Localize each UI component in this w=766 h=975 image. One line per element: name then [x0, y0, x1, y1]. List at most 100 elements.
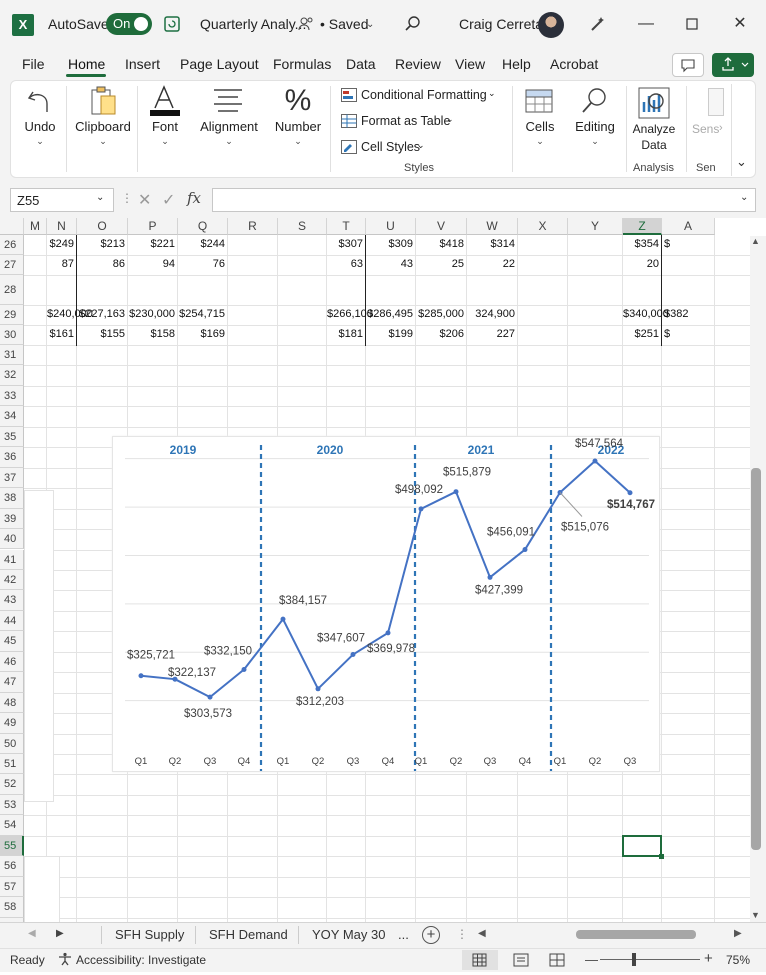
row-header-52[interactable]: 52: [0, 774, 24, 795]
column-header-r[interactable]: R: [228, 218, 278, 235]
format-as-table-icon[interactable]: [341, 114, 357, 128]
row-header-26[interactable]: 26: [0, 235, 24, 255]
sheet-tab-sfh-supply[interactable]: SFH Supply: [115, 927, 184, 942]
cell[interactable]: 87: [47, 258, 74, 270]
row-header-54[interactable]: 54: [0, 815, 24, 836]
cell[interactable]: $309: [366, 238, 413, 250]
row-header-31[interactable]: 31: [0, 345, 24, 366]
column-header-x[interactable]: X: [518, 218, 568, 235]
alignment-chevron-icon[interactable]: ⌄: [196, 136, 262, 147]
cells-chevron-icon[interactable]: ⌄: [520, 136, 560, 147]
row-header-38[interactable]: 38: [0, 488, 24, 509]
document-title[interactable]: Quarterly Analy...: [200, 16, 306, 32]
sheet-tab-sfh-demand[interactable]: SFH Demand: [209, 927, 288, 942]
clipboard-chevron-icon[interactable]: ⌄: [72, 136, 134, 147]
undo-chevron-icon[interactable]: ⌄: [18, 136, 62, 147]
cancel-icon[interactable]: ✕: [138, 190, 151, 210]
share-button[interactable]: [712, 53, 754, 77]
cell[interactable]: $199: [366, 328, 413, 340]
row-header-53[interactable]: 53: [0, 794, 24, 816]
chevron-down-icon[interactable]: ⌄: [446, 114, 454, 125]
cell[interactable]: $285,000: [416, 308, 464, 320]
row-header-45[interactable]: 45: [0, 631, 24, 652]
cell[interactable]: 20: [623, 258, 659, 270]
tab-splitter-icon[interactable]: ⋮: [456, 927, 468, 941]
row-header-56[interactable]: 56: [0, 856, 24, 877]
column-header-o[interactable]: O: [77, 218, 128, 235]
row-header-43[interactable]: 43: [0, 590, 24, 611]
analyze-data-label-1[interactable]: Analyze: [628, 122, 680, 136]
cell[interactable]: $314: [467, 238, 515, 250]
scroll-up-icon[interactable]: ▲: [751, 236, 760, 246]
zoom-slider-track[interactable]: [600, 959, 700, 960]
insert-function-icon[interactable]: fx: [187, 189, 201, 207]
cell[interactable]: $244: [178, 238, 225, 250]
row-header-46[interactable]: 46: [0, 651, 24, 673]
tab-formulas[interactable]: Formulas: [273, 56, 331, 72]
tab-view[interactable]: View: [455, 56, 485, 72]
zoom-in-icon[interactable]: +: [704, 950, 713, 967]
column-header-a[interactable]: A: [662, 218, 715, 235]
more-sheets-button[interactable]: ...: [398, 927, 409, 942]
row-header-49[interactable]: 49: [0, 713, 24, 734]
cell[interactable]: $286,495: [366, 308, 413, 320]
undo-button[interactable]: Undo: [18, 119, 62, 134]
select-all-corner[interactable]: [0, 218, 24, 235]
scroll-down-icon[interactable]: ▼: [751, 910, 760, 920]
cell[interactable]: $418: [416, 238, 464, 250]
enter-icon[interactable]: ✓: [162, 190, 175, 210]
row-header-33[interactable]: 33: [0, 385, 24, 407]
row-header-36[interactable]: 36: [0, 447, 24, 468]
editing-chevron-icon[interactable]: ⌄: [570, 136, 620, 147]
avatar[interactable]: [538, 12, 564, 38]
autosave-toggle[interactable]: On: [106, 13, 152, 35]
column-header-t[interactable]: T: [327, 218, 366, 235]
column-header-y[interactable]: Y: [568, 218, 623, 235]
embedded-object[interactable]: [24, 856, 60, 922]
zoom-out-icon[interactable]: —: [585, 952, 598, 967]
tab-file[interactable]: File: [22, 56, 45, 72]
close-button[interactable]: ✕: [728, 12, 752, 36]
font-chevron-icon[interactable]: ⌄: [144, 136, 186, 147]
column-header-n[interactable]: N: [47, 218, 77, 235]
selected-cell[interactable]: [622, 834, 662, 857]
row-header-42[interactable]: 42: [0, 569, 24, 591]
embedded-object[interactable]: [24, 490, 54, 802]
cell[interactable]: $251: [623, 328, 659, 340]
row-header-55[interactable]: 55: [0, 835, 24, 857]
row-header-37[interactable]: 37: [0, 467, 24, 489]
cell[interactable]: $213: [77, 238, 125, 250]
number-chevron-icon[interactable]: ⌄: [272, 136, 324, 147]
add-sheet-button[interactable]: +: [422, 926, 440, 944]
tab-acrobat[interactable]: Acrobat: [550, 56, 598, 72]
name-box-chevron-icon[interactable]: ⌄: [96, 192, 104, 203]
row-header-39[interactable]: 39: [0, 508, 24, 530]
cells-button[interactable]: Cells: [520, 119, 560, 134]
prev-sheet-icon[interactable]: ◀: [28, 928, 36, 939]
row-header-41[interactable]: 41: [0, 549, 24, 570]
cell[interactable]: $158: [128, 328, 175, 340]
designer-icon[interactable]: [588, 14, 608, 34]
cell[interactable]: $206: [416, 328, 464, 340]
percent-icon[interactable]: %: [284, 84, 312, 117]
column-header-m[interactable]: M: [24, 218, 47, 235]
chevron-down-icon[interactable]: ⌄: [488, 88, 496, 99]
clipboard-button[interactable]: Clipboard: [72, 119, 134, 134]
column-header-z[interactable]: Z: [623, 218, 662, 235]
comments-button[interactable]: [672, 53, 704, 77]
cell[interactable]: $254,715: [178, 308, 225, 320]
row-header-47[interactable]: 47: [0, 672, 24, 693]
cell[interactable]: 324,900: [467, 308, 515, 320]
cell[interactable]: $169: [178, 328, 225, 340]
column-header-s[interactable]: S: [278, 218, 327, 235]
conditional-formatting-button[interactable]: Conditional Formatting: [361, 88, 487, 102]
cell[interactable]: $155: [77, 328, 125, 340]
cell[interactable]: $266,100: [327, 308, 373, 320]
vertical-scroll-thumb[interactable]: [751, 468, 761, 850]
cell-styles-icon[interactable]: [341, 140, 357, 154]
collapse-ribbon-icon[interactable]: ⌄: [736, 154, 747, 170]
minimize-button[interactable]: —: [634, 12, 658, 36]
row-header-58[interactable]: 58: [0, 897, 24, 918]
cell[interactable]: 43: [366, 258, 413, 270]
editing-search-icon[interactable]: [580, 86, 610, 116]
